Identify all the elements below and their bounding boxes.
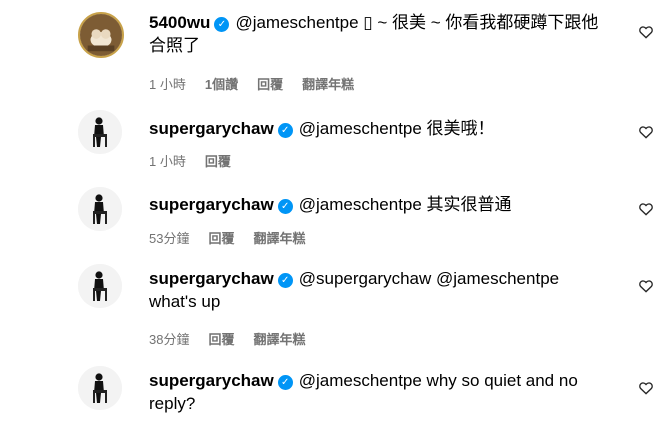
avatar-image — [78, 264, 122, 308]
translate-button[interactable]: 翻譯年糕 — [253, 228, 305, 247]
translate-button[interactable]: 翻譯年糕 — [253, 329, 305, 348]
avatar-image — [78, 366, 122, 410]
heart-icon[interactable] — [638, 278, 654, 294]
comment-username[interactable]: 5400wu — [149, 13, 210, 32]
reply-button[interactable]: 回覆 — [208, 329, 234, 348]
heart-icon[interactable] — [638, 201, 654, 217]
heart-icon[interactable] — [638, 124, 654, 140]
comment-username[interactable]: supergarychaw — [149, 119, 274, 138]
avatar[interactable] — [78, 187, 122, 231]
reply-button[interactable]: 回覆 — [208, 228, 234, 247]
verified-badge-icon: ✓ — [277, 199, 293, 214]
comment-time: 38分鐘 — [149, 332, 190, 347]
verified-badge-icon: ✓ — [277, 273, 293, 288]
comment-time: 53分鐘 — [149, 231, 190, 246]
comment-time: 1 小時 — [149, 154, 186, 169]
comment-username[interactable]: supergarychaw — [149, 371, 274, 390]
reply-button[interactable]: 回覆 — [205, 151, 231, 170]
avatar-image — [78, 187, 122, 231]
heart-icon[interactable] — [638, 24, 654, 40]
translate-button[interactable]: 翻譯年糕 — [302, 74, 354, 93]
avatar[interactable] — [78, 12, 124, 58]
avatar-image — [78, 110, 122, 154]
comment-username[interactable]: supergarychaw — [149, 269, 274, 288]
comment-text: @jameschentpe 很美哦！ — [298, 119, 495, 138]
avatar[interactable] — [78, 366, 122, 410]
reply-button[interactable]: 回覆 — [257, 74, 283, 93]
comment-username[interactable]: supergarychaw — [149, 195, 274, 214]
like-count[interactable]: 1個讚 — [205, 74, 238, 93]
verified-badge-icon: ✓ — [277, 375, 293, 390]
verified-badge-icon: ✓ — [214, 17, 230, 32]
avatar-image — [80, 14, 122, 56]
comment-text: @jameschentpe 其实很普通 — [298, 195, 512, 214]
avatar[interactable] — [78, 110, 122, 154]
verified-badge-icon: ✓ — [277, 123, 293, 138]
comment-time: 1 小時 — [149, 77, 186, 92]
avatar[interactable] — [78, 264, 122, 308]
heart-icon[interactable] — [638, 380, 654, 396]
